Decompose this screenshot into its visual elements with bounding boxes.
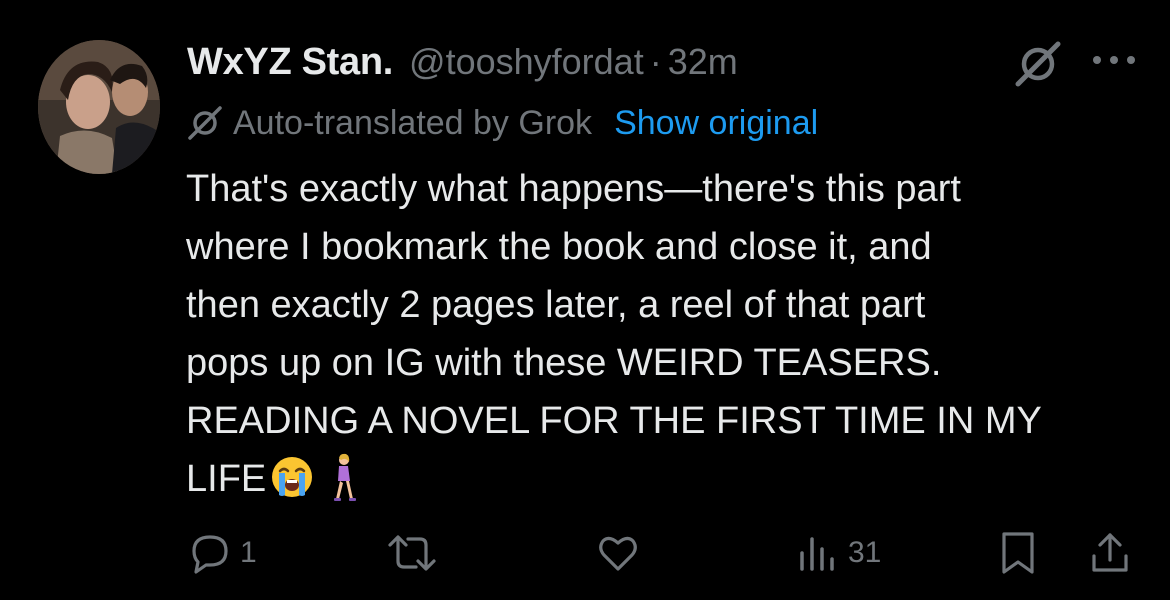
translation-notice: Auto-translated by Grok Show original: [187, 100, 818, 146]
woman-walking-emoji: [334, 453, 357, 501]
action-bar: 1 31: [0, 528, 1170, 578]
user-handle[interactable]: @tooshyfordat: [409, 41, 644, 83]
reply-icon: [192, 535, 228, 574]
bookmark-button[interactable]: [996, 528, 1040, 578]
show-original-link[interactable]: Show original: [614, 104, 818, 143]
like-icon: [599, 536, 637, 571]
grok-icon[interactable]: [1014, 40, 1062, 88]
tweet-line: That's exactly what happens—there's this…: [186, 168, 961, 210]
views-icon: [800, 537, 834, 571]
bookmark-icon: [1002, 532, 1034, 574]
translation-label: Auto-translated by Grok: [233, 103, 593, 142]
tweet-line: READING A NOVEL FOR THE FIRST TIME IN MY: [186, 400, 1042, 442]
tweet-last-line: LIFE: [186, 450, 1161, 508]
separator: ·: [649, 41, 662, 82]
tweet-text: That's exactly what happens—there's this…: [186, 160, 1161, 508]
more-options-icon[interactable]: [1088, 48, 1140, 72]
avatar-image: [38, 40, 160, 174]
avatar[interactable]: [38, 40, 160, 174]
tweet-header: WxYZ Stan. @tooshyfordat · 32m: [187, 36, 738, 88]
retweet-icon: [388, 535, 436, 571]
tweet-line: then exactly 2 pages later, a reel of th…: [186, 284, 926, 326]
display-name[interactable]: WxYZ Stan.: [187, 41, 393, 84]
grok-small-icon: [188, 106, 222, 140]
retweet-button[interactable]: [386, 528, 446, 578]
reply-button[interactable]: 1: [188, 528, 257, 578]
tweet-line: LIFE: [186, 458, 267, 500]
share-icon: [1092, 533, 1128, 572]
like-button[interactable]: [596, 528, 648, 578]
reply-count: 1: [240, 536, 257, 569]
tweet-line: pops up on IG with these WEIRD TEASERS.: [186, 342, 942, 384]
views-button[interactable]: 31: [796, 528, 881, 578]
loudly-crying-face-emoji: [272, 457, 313, 497]
share-button[interactable]: [1088, 528, 1132, 578]
timestamp[interactable]: 32m: [668, 41, 738, 83]
tweet-line: where I bookmark the book and close it, …: [186, 226, 932, 268]
views-count: 31: [848, 536, 882, 569]
